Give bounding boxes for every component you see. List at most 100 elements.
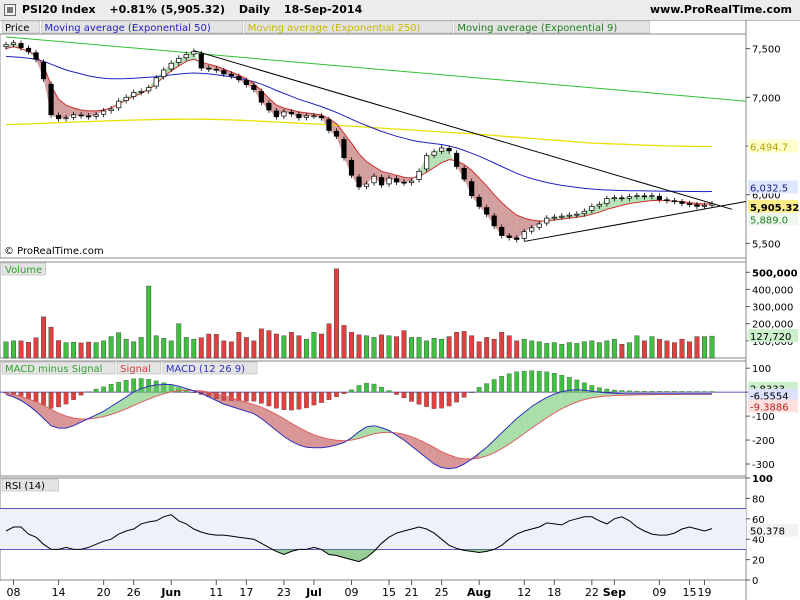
candle-body bbox=[191, 51, 197, 55]
macd-histogram-bar bbox=[491, 379, 497, 393]
volume-bar bbox=[41, 316, 46, 359]
rsi-value-label: 50.378 bbox=[750, 527, 785, 538]
site-url: www.ProRealTime.com bbox=[649, 3, 792, 16]
candle-body bbox=[701, 205, 708, 207]
candle-body bbox=[243, 80, 249, 85]
macd-histogram-bar bbox=[416, 391, 422, 405]
macd-histogram-bar bbox=[319, 391, 324, 403]
volume-bar bbox=[581, 341, 587, 359]
candle-body bbox=[25, 47, 32, 52]
x-tick-label: 21 bbox=[405, 586, 419, 599]
macd-histogram-bar bbox=[679, 391, 685, 393]
volume-legend-text: Volume bbox=[5, 265, 42, 276]
macd-histogram-bar bbox=[672, 391, 677, 393]
x-tick-label: 14 bbox=[52, 586, 66, 599]
volume-bar bbox=[559, 344, 565, 359]
macd-tick-label: 100 bbox=[752, 364, 771, 375]
volume-bar bbox=[401, 330, 407, 359]
candle-body bbox=[341, 139, 347, 159]
x-tick-label: Aug bbox=[467, 586, 491, 599]
candle-body bbox=[596, 204, 602, 207]
volume-bar bbox=[536, 341, 542, 359]
volume-tick-label: 400,000 bbox=[752, 285, 793, 296]
candle-body bbox=[446, 148, 452, 152]
candle-body bbox=[93, 114, 99, 117]
macd-histogram-bar bbox=[78, 391, 84, 396]
candle-body bbox=[686, 203, 693, 205]
candle-body bbox=[266, 102, 272, 111]
chart-menu-icon[interactable] bbox=[4, 4, 16, 16]
volume-bar bbox=[431, 338, 437, 359]
candle-body bbox=[424, 155, 430, 170]
volume-bar bbox=[604, 340, 610, 359]
macd-histogram-bar bbox=[536, 370, 542, 393]
candle-body bbox=[529, 227, 535, 232]
signal-value-label: -9.3886 bbox=[750, 402, 789, 413]
volume-bar bbox=[213, 334, 219, 359]
candle-body bbox=[626, 196, 632, 199]
volume-bar bbox=[656, 338, 662, 359]
volume-tick-label: 200,000 bbox=[752, 320, 793, 331]
macd-histogram-bar bbox=[101, 386, 107, 393]
volume-bar bbox=[469, 335, 475, 359]
volume-bar bbox=[116, 332, 122, 359]
volume-bar bbox=[176, 323, 182, 359]
volume-bar bbox=[131, 341, 137, 359]
rsi-tick-label: 100 bbox=[752, 474, 773, 485]
volume-bar bbox=[228, 341, 234, 359]
candle-body bbox=[198, 53, 204, 69]
rsi-tick-label: 80 bbox=[752, 494, 765, 505]
macd-histogram-bar bbox=[41, 391, 46, 406]
volume-bar bbox=[183, 337, 189, 359]
panel-frame-price bbox=[0, 33, 747, 259]
volume-bar bbox=[168, 340, 174, 359]
candle-body bbox=[326, 119, 332, 131]
volume-bar bbox=[491, 338, 497, 359]
candle-body bbox=[664, 199, 670, 202]
candle-body bbox=[574, 213, 580, 216]
macd-tick-label: -100 bbox=[752, 412, 775, 423]
macd-legend-text: MACD (12 26 9) bbox=[166, 364, 245, 375]
macd-histogram-bar bbox=[642, 391, 647, 393]
volume-tick-label: 300,000 bbox=[752, 303, 793, 314]
volume-bar bbox=[574, 343, 580, 359]
volume-bar bbox=[206, 333, 212, 359]
volume-bar bbox=[303, 338, 309, 359]
price-legend-text: Moving average (Exponential 9) bbox=[457, 23, 617, 34]
volume-bar bbox=[589, 340, 595, 359]
macd-histogram-bar bbox=[484, 383, 490, 393]
candle-body bbox=[566, 214, 572, 217]
candle-body bbox=[476, 196, 482, 207]
volume-bar bbox=[341, 325, 347, 359]
volume-bar bbox=[56, 340, 62, 359]
macd-histogram-bar bbox=[499, 376, 505, 393]
x-tick-label: 09 bbox=[344, 586, 358, 599]
macd-histogram-bar bbox=[446, 391, 452, 407]
x-tick-label: Jun bbox=[160, 586, 181, 599]
volume-bar bbox=[424, 340, 430, 359]
volume-bar bbox=[409, 337, 415, 359]
macd-histogram-bar bbox=[334, 391, 339, 397]
x-tick-label: 08 bbox=[7, 586, 21, 599]
volume-bar bbox=[626, 342, 632, 359]
volume-bar bbox=[619, 344, 625, 359]
candle-body bbox=[439, 147, 445, 152]
x-tick-label: 22 bbox=[585, 586, 599, 599]
volume-bar bbox=[551, 342, 557, 359]
candle-body bbox=[18, 43, 24, 48]
macd-histogram-bar bbox=[514, 371, 520, 393]
candle-body bbox=[228, 73, 234, 77]
volume-bar bbox=[386, 335, 392, 359]
candle-body bbox=[581, 210, 587, 215]
volume-bar bbox=[349, 332, 354, 359]
macd-histogram-bar bbox=[108, 384, 114, 393]
macd-histogram-bar bbox=[296, 391, 302, 410]
macd-histogram-bar bbox=[454, 391, 460, 403]
candle-body bbox=[131, 92, 137, 97]
macd-histogram-bar bbox=[243, 391, 249, 402]
candle-body bbox=[251, 85, 257, 90]
candle-body bbox=[296, 114, 302, 119]
volume-bar bbox=[687, 341, 692, 359]
volume-bar bbox=[439, 338, 445, 359]
candle-body bbox=[641, 195, 647, 198]
